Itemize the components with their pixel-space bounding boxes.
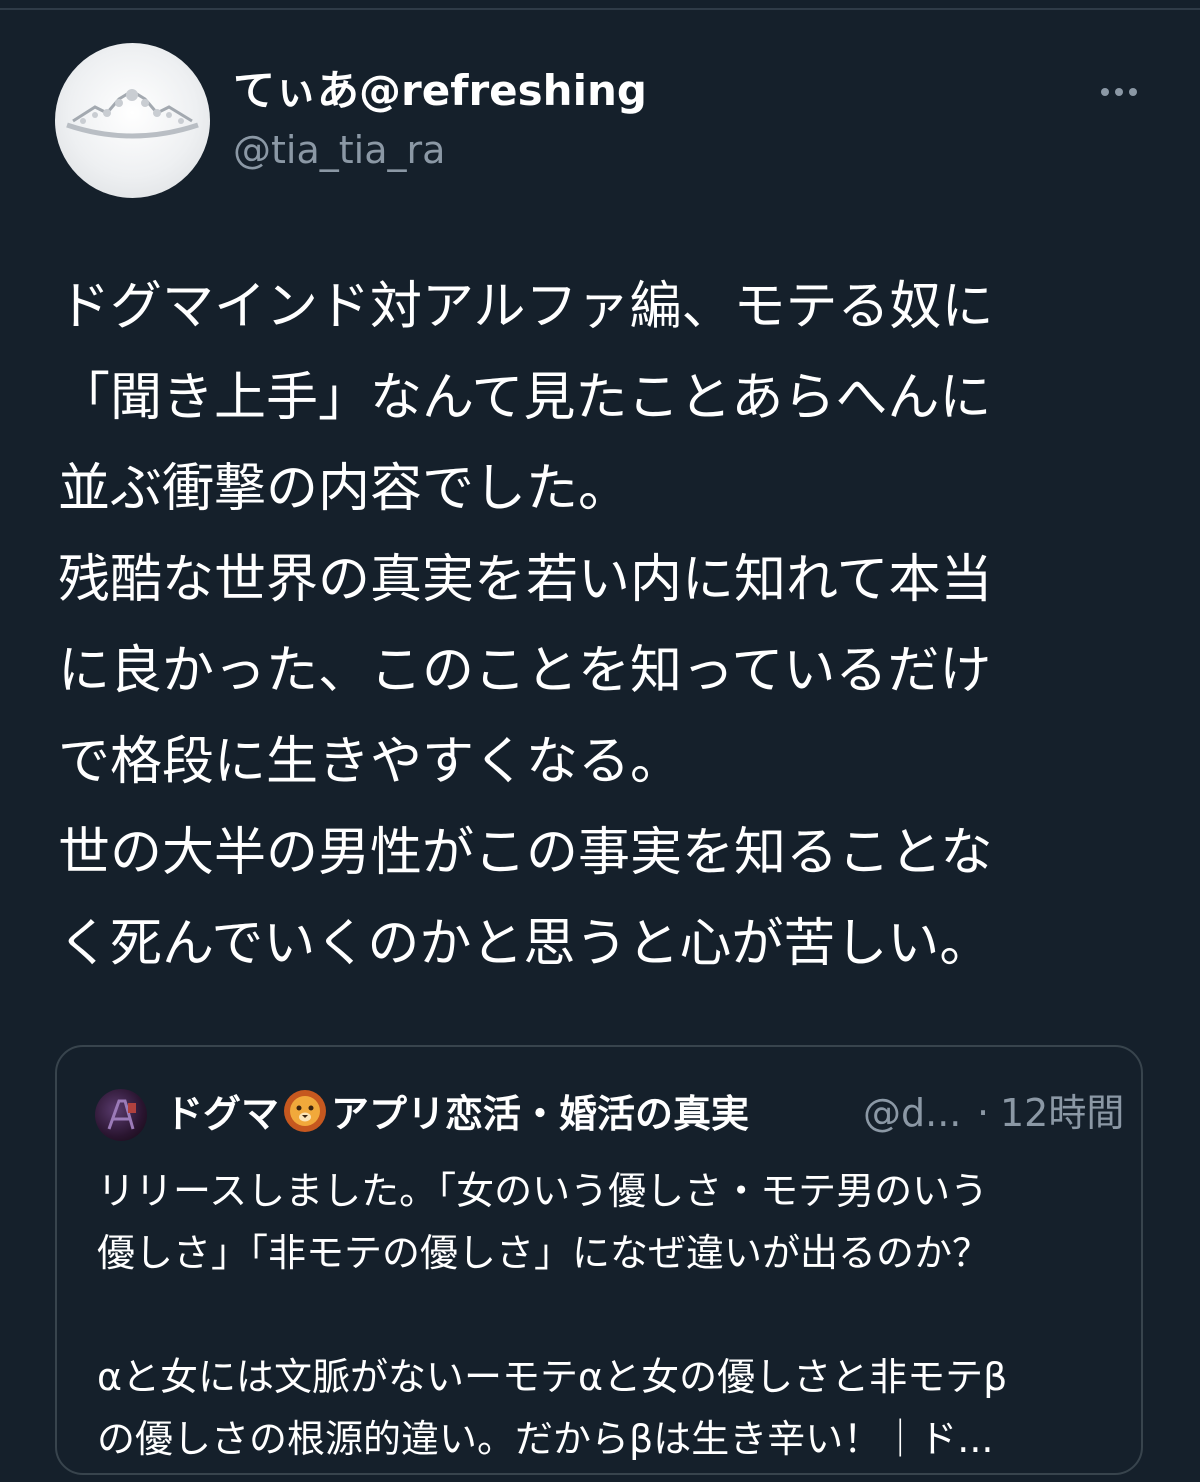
quoted-separator: · bbox=[977, 1091, 990, 1135]
tweet-text-line: 残酷な世界の真実を若い内に知れて本当 bbox=[58, 550, 993, 610]
quoted-author-name[interactable]: ドグマ アプリ恋活・婚活の真実 bbox=[165, 1087, 749, 1140]
quoted-text-line: リリースしました。「女のいう優しさ・モテ男のいう bbox=[97, 1169, 989, 1213]
quoted-text-line: の優しさの根源的違い。だからβは生き辛い！｜ド... bbox=[97, 1417, 994, 1461]
quoted-tweet-header: ドグマ アプリ恋活・婚活の真実 @d... · 12時間 bbox=[95, 1085, 1124, 1145]
tweet-text-line: に良かった、このことを知っているだけ bbox=[58, 641, 992, 701]
tweet-text: ドグマインド対アルファ編、モテる奴に 「聞き上手」なんて見たことあらへんに 並ぶ… bbox=[58, 262, 1158, 990]
tweet-text-line: 並ぶ衝撃の内容でした。 bbox=[58, 459, 631, 519]
quoted-author-handle[interactable]: @d... bbox=[863, 1087, 961, 1139]
more-horizontal-icon bbox=[1101, 88, 1137, 96]
tweet-text-line: 「聞き上手」なんて見たことあらへんに bbox=[58, 368, 992, 428]
tweet-text-line: で格段に生きやすくなる。 bbox=[58, 732, 683, 792]
tiara-avatar-icon bbox=[66, 89, 199, 139]
quoted-tweet-text: リリースしました。「女のいう優しさ・モテ男のいう 優しさ」「非モテの優しさ」にな… bbox=[97, 1160, 1117, 1470]
quoted-tweet-card[interactable]: ドグマ アプリ恋活・婚活の真実 @d... · 12時間 リリースしました。「女… bbox=[55, 1045, 1143, 1475]
quoted-author-name-part2: アプリ恋活・婚活の真実 bbox=[331, 1092, 750, 1136]
top-divider bbox=[0, 8, 1200, 10]
author-display-name[interactable]: てぃあ@refreshing bbox=[233, 63, 647, 119]
tweet-text-line: 世の大半の男性がこの事実を知ることな bbox=[58, 823, 993, 883]
quoted-text-line: 優しさ」「非モテの優しさ」になぜ違いが出るのか？ bbox=[97, 1231, 991, 1275]
tweet-text-line: ドグマインド対アルファ編、モテる奴に bbox=[58, 277, 994, 337]
author-avatar[interactable] bbox=[55, 43, 210, 198]
tweet-text-line: く死んでいくのかと思うと心が苦しい。 bbox=[58, 914, 992, 974]
quoted-author-name-part1: ドグマ bbox=[165, 1092, 280, 1136]
quoted-author-avatar[interactable] bbox=[95, 1089, 147, 1141]
dogma-logo-icon bbox=[107, 1099, 136, 1130]
quoted-text-line bbox=[97, 1284, 1117, 1346]
quoted-text-line: αと女には文脈がないーモテαと女の優しさと非モテβ bbox=[97, 1355, 1008, 1399]
author-handle[interactable]: @tia_tia_ra bbox=[233, 125, 445, 175]
lion-emoji-icon bbox=[284, 1090, 327, 1132]
more-options-button[interactable] bbox=[1094, 74, 1144, 110]
quoted-timestamp[interactable]: 12時間 bbox=[1000, 1087, 1124, 1139]
